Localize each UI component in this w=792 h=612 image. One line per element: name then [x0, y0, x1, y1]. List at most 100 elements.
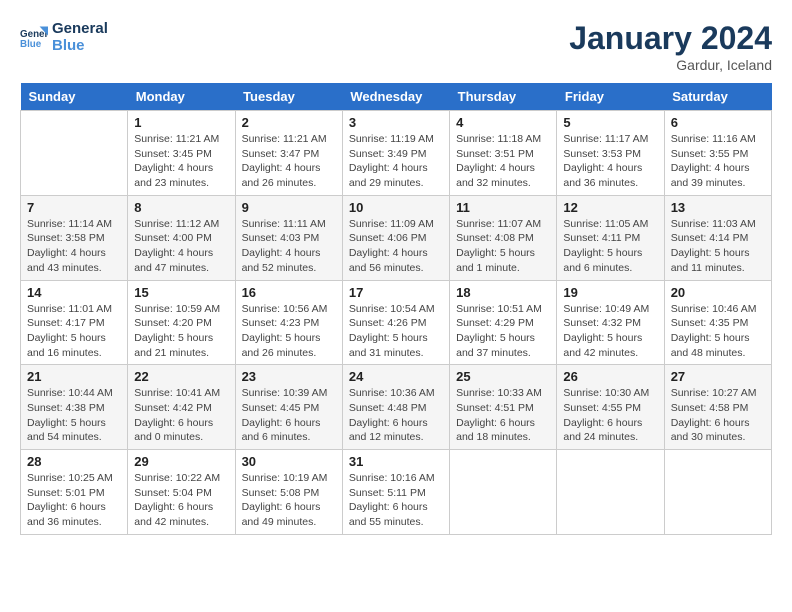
- weekday-header-thursday: Thursday: [450, 83, 557, 111]
- day-cell-5: 5Sunrise: 11:17 AMSunset: 3:53 PMDayligh…: [557, 111, 664, 196]
- day-number: 11: [456, 200, 550, 215]
- location: Gardur, Iceland: [569, 57, 772, 73]
- day-number: 3: [349, 115, 443, 130]
- day-number: 10: [349, 200, 443, 215]
- day-cell-27: 27 Sunrise: 10:27 AMSunset: 4:58 PMDaylig…: [664, 365, 771, 450]
- day-cell-23: 23 Sunrise: 10:39 AMSunset: 4:45 PMDaylig…: [235, 365, 342, 450]
- logo-icon: General Blue: [20, 23, 48, 51]
- day-info: Sunrise: 10:27 AMSunset: 4:58 PMDaylight…: [671, 386, 765, 445]
- day-cell-7: 7 Sunrise: 11:14 AMSunset: 3:58 PMDayligh…: [21, 195, 128, 280]
- day-info: Sunrise: 10:36 AMSunset: 4:48 PMDaylight…: [349, 386, 443, 445]
- day-info: Sunrise: 10:19 AMSunset: 5:08 PMDaylight…: [242, 471, 336, 530]
- day-cell-24: 24 Sunrise: 10:36 AMSunset: 4:48 PMDaylig…: [342, 365, 449, 450]
- day-number: 1: [134, 115, 228, 130]
- day-number: 17: [349, 285, 443, 300]
- day-cell-1: 1Sunrise: 11:21 AMSunset: 3:45 PMDayligh…: [128, 111, 235, 196]
- day-number: 21: [27, 369, 121, 384]
- day-info: Sunrise: 11:05 AMSunset: 4:11 PMDaylight…: [563, 217, 657, 276]
- weekday-header-friday: Friday: [557, 83, 664, 111]
- day-number: 20: [671, 285, 765, 300]
- day-number: 30: [242, 454, 336, 469]
- day-number: 28: [27, 454, 121, 469]
- day-number: 27: [671, 369, 765, 384]
- week-row-5: 28 Sunrise: 10:25 AMSunset: 5:01 PMDaylig…: [21, 450, 772, 535]
- weekday-header-sunday: Sunday: [21, 83, 128, 111]
- day-info: Sunrise: 10:51 AMSunset: 4:29 PMDaylight…: [456, 302, 550, 361]
- day-info: Sunrise: 11:07 AMSunset: 4:08 PMDaylight…: [456, 217, 550, 276]
- day-info: Sunrise: 11:17 AMSunset: 3:53 PMDaylight…: [563, 132, 657, 191]
- logo: General Blue General Blue: [20, 20, 108, 54]
- page-header: General Blue General Blue January 2024 G…: [20, 20, 772, 73]
- day-cell-10: 10 Sunrise: 11:09 AMSunset: 4:06 PMDaylig…: [342, 195, 449, 280]
- day-number: 9: [242, 200, 336, 215]
- day-info: Sunrise: 11:19 AMSunset: 3:49 PMDaylight…: [349, 132, 443, 191]
- day-info: Sunrise: 11:21 AMSunset: 3:47 PMDaylight…: [242, 132, 336, 191]
- day-cell-29: 29 Sunrise: 10:22 AMSunset: 5:04 PMDaylig…: [128, 450, 235, 535]
- day-cell-19: 19Sunrise: 10:49 AMSunset: 4:32 PMDaylig…: [557, 280, 664, 365]
- day-info: Sunrise: 10:39 AMSunset: 4:45 PMDaylight…: [242, 386, 336, 445]
- empty-cell: [664, 450, 771, 535]
- day-info: Sunrise: 10:41 AMSunset: 4:42 PMDaylight…: [134, 386, 228, 445]
- day-info: Sunrise: 10:25 AMSunset: 5:01 PMDaylight…: [27, 471, 121, 530]
- day-number: 23: [242, 369, 336, 384]
- day-number: 2: [242, 115, 336, 130]
- day-cell-12: 12Sunrise: 11:05 AMSunset: 4:11 PMDaylig…: [557, 195, 664, 280]
- day-number: 15: [134, 285, 228, 300]
- day-number: 22: [134, 369, 228, 384]
- day-cell-25: 25Sunrise: 10:33 AMSunset: 4:51 PMDaylig…: [450, 365, 557, 450]
- day-cell-26: 26 Sunrise: 10:30 AMSunset: 4:55 PMDaylig…: [557, 365, 664, 450]
- logo-blue: Blue: [52, 37, 108, 54]
- day-info: Sunrise: 10:30 AMSunset: 4:55 PMDaylight…: [563, 386, 657, 445]
- day-cell-3: 3 Sunrise: 11:19 AMSunset: 3:49 PMDayligh…: [342, 111, 449, 196]
- day-cell-17: 17 Sunrise: 10:54 AMSunset: 4:26 PMDaylig…: [342, 280, 449, 365]
- day-cell-13: 13 Sunrise: 11:03 AMSunset: 4:14 PMDaylig…: [664, 195, 771, 280]
- week-row-3: 14 Sunrise: 11:01 AMSunset: 4:17 PMDaylig…: [21, 280, 772, 365]
- day-number: 16: [242, 285, 336, 300]
- day-cell-14: 14 Sunrise: 11:01 AMSunset: 4:17 PMDaylig…: [21, 280, 128, 365]
- day-number: 19: [563, 285, 657, 300]
- day-info: Sunrise: 11:01 AMSunset: 4:17 PMDaylight…: [27, 302, 121, 361]
- weekday-header-monday: Monday: [128, 83, 235, 111]
- day-number: 31: [349, 454, 443, 469]
- day-info: Sunrise: 11:09 AMSunset: 4:06 PMDaylight…: [349, 217, 443, 276]
- day-number: 13: [671, 200, 765, 215]
- day-number: 7: [27, 200, 121, 215]
- day-info: Sunrise: 11:11 AMSunset: 4:03 PMDaylight…: [242, 217, 336, 276]
- day-cell-31: 31Sunrise: 10:16 AMSunset: 5:11 PMDaylig…: [342, 450, 449, 535]
- day-number: 14: [27, 285, 121, 300]
- week-row-2: 7 Sunrise: 11:14 AMSunset: 3:58 PMDayligh…: [21, 195, 772, 280]
- title-section: January 2024 Gardur, Iceland: [569, 20, 772, 73]
- day-info: Sunrise: 10:56 AMSunset: 4:23 PMDaylight…: [242, 302, 336, 361]
- day-info: Sunrise: 11:03 AMSunset: 4:14 PMDaylight…: [671, 217, 765, 276]
- day-cell-28: 28 Sunrise: 10:25 AMSunset: 5:01 PMDaylig…: [21, 450, 128, 535]
- day-number: 6: [671, 115, 765, 130]
- weekday-header-row: SundayMondayTuesdayWednesdayThursdayFrid…: [21, 83, 772, 111]
- day-number: 29: [134, 454, 228, 469]
- day-cell-4: 4Sunrise: 11:18 AMSunset: 3:51 PMDayligh…: [450, 111, 557, 196]
- empty-cell: [557, 450, 664, 535]
- day-cell-9: 9 Sunrise: 11:11 AMSunset: 4:03 PMDayligh…: [235, 195, 342, 280]
- day-number: 24: [349, 369, 443, 384]
- day-cell-18: 18 Sunrise: 10:51 AMSunset: 4:29 PMDaylig…: [450, 280, 557, 365]
- day-cell-16: 16 Sunrise: 10:56 AMSunset: 4:23 PMDaylig…: [235, 280, 342, 365]
- day-number: 18: [456, 285, 550, 300]
- weekday-header-saturday: Saturday: [664, 83, 771, 111]
- logo-general: General: [52, 20, 108, 37]
- day-info: Sunrise: 10:59 AMSunset: 4:20 PMDaylight…: [134, 302, 228, 361]
- day-info: Sunrise: 10:54 AMSunset: 4:26 PMDaylight…: [349, 302, 443, 361]
- day-cell-8: 8Sunrise: 11:12 AMSunset: 4:00 PMDayligh…: [128, 195, 235, 280]
- empty-cell: [450, 450, 557, 535]
- day-cell-21: 21Sunrise: 10:44 AMSunset: 4:38 PMDaylig…: [21, 365, 128, 450]
- month-title: January 2024: [569, 20, 772, 57]
- day-number: 26: [563, 369, 657, 384]
- day-cell-11: 11 Sunrise: 11:07 AMSunset: 4:08 PMDaylig…: [450, 195, 557, 280]
- week-row-4: 21Sunrise: 10:44 AMSunset: 4:38 PMDaylig…: [21, 365, 772, 450]
- day-cell-15: 15 Sunrise: 10:59 AMSunset: 4:20 PMDaylig…: [128, 280, 235, 365]
- day-info: Sunrise: 11:14 AMSunset: 3:58 PMDaylight…: [27, 217, 121, 276]
- weekday-header-tuesday: Tuesday: [235, 83, 342, 111]
- day-info: Sunrise: 10:22 AMSunset: 5:04 PMDaylight…: [134, 471, 228, 530]
- empty-cell: [21, 111, 128, 196]
- day-info: Sunrise: 11:12 AMSunset: 4:00 PMDaylight…: [134, 217, 228, 276]
- day-cell-30: 30 Sunrise: 10:19 AMSunset: 5:08 PMDaylig…: [235, 450, 342, 535]
- day-info: Sunrise: 11:16 AMSunset: 3:55 PMDaylight…: [671, 132, 765, 191]
